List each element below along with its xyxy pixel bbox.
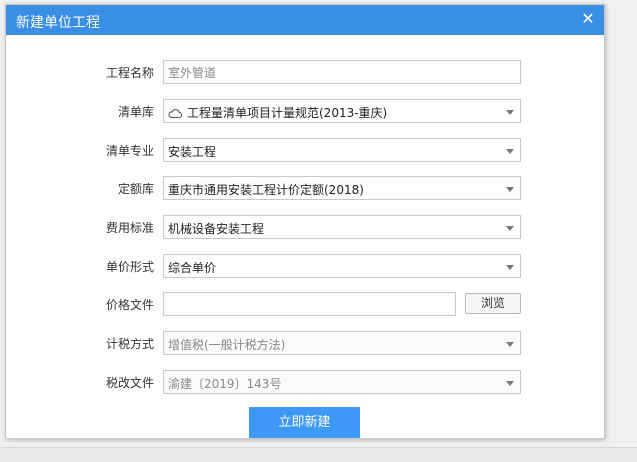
price-file-field[interactable] — [163, 292, 456, 316]
row-fee-standard: 费用标准 机械设备安装工程 — [6, 215, 604, 239]
close-icon[interactable]: ✕ — [580, 10, 596, 28]
unit-price-form-select[interactable]: 综合单价 — [163, 254, 521, 278]
browse-button[interactable]: 浏览 — [465, 293, 521, 314]
bill-specialty-label: 清单专业 — [105, 144, 154, 158]
new-unit-project-dialog: 新建单位工程 ✕ 工程名称 清单库 工程量清单项目计量规范(2013-重庆) 清… — [5, 4, 605, 439]
chevron-down-icon[interactable] — [506, 265, 514, 270]
bill-library-value-wrap: 工程量清单项目计量规范(2013-重庆) — [168, 104, 387, 121]
row-tax-reform-file: 税改文件 渝建〔2019〕143号 — [6, 370, 604, 394]
fee-standard-select[interactable]: 机械设备安装工程 — [163, 215, 521, 239]
dialog-titlebar: 新建单位工程 ✕ — [6, 5, 604, 35]
chevron-down-icon[interactable] — [506, 149, 514, 154]
background-status-strip — [0, 447, 637, 462]
project-name-label: 工程名称 — [105, 66, 154, 80]
chevron-down-icon[interactable] — [506, 226, 514, 231]
price-file-label: 价格文件 — [105, 298, 154, 312]
fee-standard-label: 费用标准 — [105, 221, 154, 235]
quota-library-select[interactable]: 重庆市通用安装工程计价定额(2018) — [163, 176, 521, 200]
tax-reform-file-value: 渝建〔2019〕143号 — [168, 377, 282, 391]
row-quota-library: 定额库 重庆市通用安装工程计价定额(2018) — [6, 176, 604, 200]
quota-library-value: 重庆市通用安装工程计价定额(2018) — [168, 183, 364, 197]
project-name-field[interactable] — [163, 60, 521, 84]
project-name-input[interactable] — [164, 61, 520, 83]
tax-reform-file-select[interactable]: 渝建〔2019〕143号 — [163, 370, 521, 394]
bill-library-select[interactable]: 工程量清单项目计量规范(2013-重庆) — [163, 99, 521, 123]
row-tax-method: 计税方式 增值税(一般计税方法) — [6, 331, 604, 355]
price-file-input[interactable] — [164, 293, 455, 315]
bill-specialty-select[interactable]: 安装工程 — [163, 138, 521, 162]
bill-specialty-value: 安装工程 — [168, 145, 217, 159]
row-price-file: 价格文件 浏览 — [6, 292, 604, 316]
cloud-icon — [168, 108, 182, 119]
chevron-down-icon[interactable] — [506, 187, 514, 192]
tax-method-value: 增值税(一般计税方法) — [168, 338, 286, 352]
row-bill-library: 清单库 工程量清单项目计量规范(2013-重庆) — [6, 99, 604, 123]
quota-library-label: 定额库 — [117, 182, 154, 196]
tax-reform-file-label: 税改文件 — [105, 376, 154, 390]
row-project-name: 工程名称 — [6, 60, 604, 84]
chevron-down-icon[interactable] — [506, 342, 514, 347]
chevron-down-icon[interactable] — [506, 381, 514, 386]
bill-library-value: 工程量清单项目计量规范(2013-重庆) — [187, 106, 388, 120]
dialog-title: 新建单位工程 — [16, 15, 100, 31]
row-unit-price-form: 单价形式 综合单价 — [6, 254, 604, 278]
fee-standard-value: 机械设备安装工程 — [168, 222, 265, 236]
row-bill-specialty: 清单专业 安装工程 — [6, 138, 604, 162]
bill-library-label: 清单库 — [117, 105, 154, 119]
unit-price-form-label: 单价形式 — [105, 260, 154, 274]
tax-method-label: 计税方式 — [105, 337, 154, 351]
chevron-down-icon[interactable] — [506, 110, 514, 115]
tax-method-select[interactable]: 增值税(一般计税方法) — [163, 331, 521, 355]
create-now-button[interactable]: 立即新建 — [249, 407, 360, 438]
unit-price-form-value: 综合单价 — [168, 261, 217, 275]
